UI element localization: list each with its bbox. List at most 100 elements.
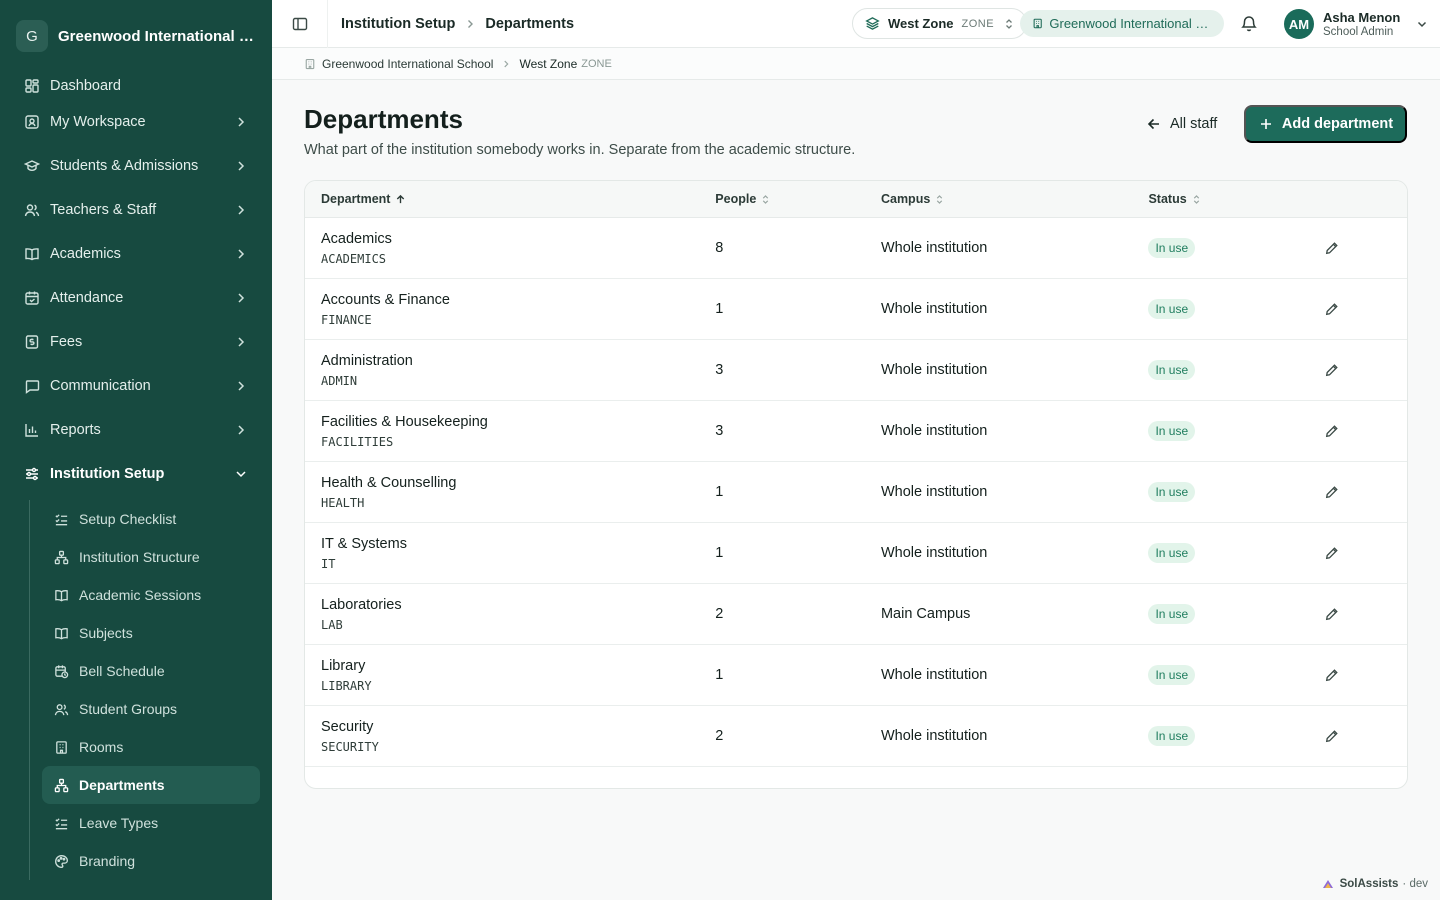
column-header-label: Campus: [880, 192, 931, 206]
page-title: Departments: [304, 104, 463, 134]
brand[interactable]: G Greenwood International School: [0, 0, 272, 72]
list-checks-icon: [55, 513, 68, 525]
sidebar-item-label: Academics: [50, 246, 121, 262]
add-department-button[interactable]: Add department: [1244, 105, 1407, 143]
sidebar-item-my-workspace[interactable]: My Workspace: [12, 100, 260, 144]
user-menu[interactable]: AM Asha Menon School Admin: [1284, 9, 1428, 39]
column-header-status[interactable]: Status: [1148, 192, 1318, 206]
edit-department-button[interactable]: [1318, 356, 1346, 384]
departments-table: Department People Campus Status Academic…: [304, 180, 1408, 789]
user-info: Asha Menon School Admin: [1323, 10, 1400, 38]
chevron-right-icon: [464, 18, 476, 30]
cell-campus: Whole institution: [880, 728, 988, 744]
sidebar-subitem-branding[interactable]: Branding: [42, 842, 260, 880]
edit-department-button[interactable]: [1318, 722, 1346, 750]
context-zone[interactable]: West Zone: [519, 57, 577, 71]
sidebar-subitem-institution-structure[interactable]: Institution Structure: [42, 538, 260, 576]
pencil-icon: [1326, 547, 1338, 560]
sidebar-subitem-leave-types[interactable]: Leave Types: [42, 804, 260, 842]
receipt-icon: [25, 335, 39, 349]
sidebar-item-label: Dashboard: [50, 78, 121, 94]
status-badge: In use: [1148, 360, 1196, 380]
sidebar-item-fees[interactable]: Fees: [12, 320, 260, 364]
bar-chart-icon: [25, 424, 38, 437]
cell-actions: [1318, 722, 1407, 750]
sidebar-item-label: My Workspace: [50, 114, 146, 130]
cell-actions: [1318, 295, 1407, 323]
edit-department-button[interactable]: [1318, 478, 1346, 506]
column-header-campus[interactable]: Campus: [881, 192, 1149, 206]
book-icon: [55, 589, 68, 601]
sidebar-subitem-academic-sessions[interactable]: Academic Sessions: [42, 576, 260, 614]
edit-department-button[interactable]: [1318, 539, 1346, 567]
table-row[interactable]: Accounts & Finance FINANCE 1 Whole institut…: [305, 279, 1407, 340]
table-row[interactable]: IT & Systems IT 1 Whole institution In use: [305, 523, 1407, 584]
sidebar-subitem-subjects[interactable]: Subjects: [42, 614, 260, 652]
edit-department-button[interactable]: [1318, 600, 1346, 628]
cell-status: In use: [1148, 421, 1318, 441]
table-row[interactable]: Academics ACADEMICS 8 Whole institution In u…: [305, 218, 1407, 279]
cell-actions: [1318, 356, 1407, 384]
network-icon: [54, 778, 69, 792]
palette-icon: [55, 854, 68, 868]
book-icon: [25, 248, 39, 261]
cell-department: Accounts & Finance FINANCE: [305, 292, 715, 327]
all-staff-button[interactable]: All staff: [1136, 106, 1227, 142]
table-row[interactable]: Health & Counselling HEALTH 1 Whole institu…: [305, 462, 1407, 523]
table-row[interactable]: Library LIBRARY 1 Whole institution In use: [305, 645, 1407, 706]
sidebar: G Greenwood International School Dashboa…: [0, 0, 272, 900]
sidebar-subitem-departments[interactable]: Departments: [42, 766, 260, 804]
building-icon: [1033, 18, 1042, 29]
table-row[interactable]: Facilities & Housekeeping FACILITIES 3 Whol…: [305, 401, 1407, 462]
table-row[interactable]: Security SECURITY 2 Whole institution In use: [305, 706, 1407, 767]
edit-department-button[interactable]: [1318, 417, 1346, 445]
column-header-label: Department: [321, 192, 391, 206]
cell-department: Facilities & Housekeeping FACILITIES: [305, 414, 715, 449]
pencil-icon: [1326, 669, 1338, 682]
context-school[interactable]: Greenwood International School: [322, 57, 493, 71]
sidebar-item-dashboard[interactable]: Dashboard: [12, 72, 260, 100]
sidebar-subitem-label: Rooms: [79, 739, 124, 755]
edit-department-button[interactable]: [1318, 234, 1346, 262]
notifications-button[interactable]: [1240, 14, 1258, 32]
sidebar-item-teachers-staff[interactable]: Teachers & Staff: [12, 188, 260, 232]
cell-department: Transport: [305, 787, 715, 789]
department-name: Transport: [321, 787, 715, 789]
column-header-department[interactable]: Department: [305, 192, 715, 206]
zone-selector[interactable]: West Zone ZONE: [852, 8, 1028, 39]
sidebar-item-communication[interactable]: Communication: [12, 364, 260, 408]
department-code: HEALTH: [321, 495, 365, 510]
sidebar-subitem-rooms[interactable]: Rooms: [42, 728, 260, 766]
cell-campus: Whole institution: [880, 423, 988, 439]
table-row[interactable]: Transport: [305, 767, 1407, 789]
sidebar-item-students-admissions[interactable]: Students & Admissions: [12, 144, 260, 188]
department-code: ADMIN: [321, 373, 358, 388]
sidebar-item-attendance[interactable]: Attendance: [12, 276, 260, 320]
cell-actions: [1318, 478, 1407, 506]
cell-people: 3: [715, 362, 724, 378]
add-department-label: Add department: [1281, 116, 1394, 132]
institution-pill[interactable]: Greenwood International School: [1020, 10, 1224, 37]
context-breadcrumb: Greenwood International School West Zone…: [272, 48, 1440, 80]
sidebar-subitem-bell-schedule[interactable]: Bell Schedule: [42, 652, 260, 690]
users-icon: [24, 204, 40, 217]
sidebar-item-academics[interactable]: Academics: [12, 232, 260, 276]
chevron-down-icon: [1418, 21, 1427, 28]
cell-campus: Whole institution: [880, 301, 988, 317]
breadcrumb-institution-setup[interactable]: Institution Setup: [341, 16, 455, 32]
department-name: IT & Systems: [321, 535, 407, 552]
column-header-people[interactable]: People: [715, 192, 881, 206]
sidebar-subitem-student-groups[interactable]: Student Groups: [42, 690, 260, 728]
table-row[interactable]: Laboratories LAB 2 Main Campus In use: [305, 584, 1407, 645]
user-name: Asha Menon: [1323, 10, 1401, 25]
sidebar-subitem-setup-checklist[interactable]: Setup Checklist: [42, 500, 260, 538]
sidebar-item-institution-setup[interactable]: Institution Setup: [12, 452, 260, 496]
sidebar-subitem-label: Institution Structure: [79, 549, 200, 565]
cell-people: 1: [715, 545, 724, 561]
table-row[interactable]: Administration ADMIN 3 Whole institution In …: [305, 340, 1407, 401]
sidebar-toggle-button[interactable]: [272, 0, 328, 48]
cell-people: 2: [715, 606, 724, 622]
sidebar-item-reports[interactable]: Reports: [12, 408, 260, 452]
edit-department-button[interactable]: [1318, 661, 1346, 689]
edit-department-button[interactable]: [1318, 295, 1346, 323]
